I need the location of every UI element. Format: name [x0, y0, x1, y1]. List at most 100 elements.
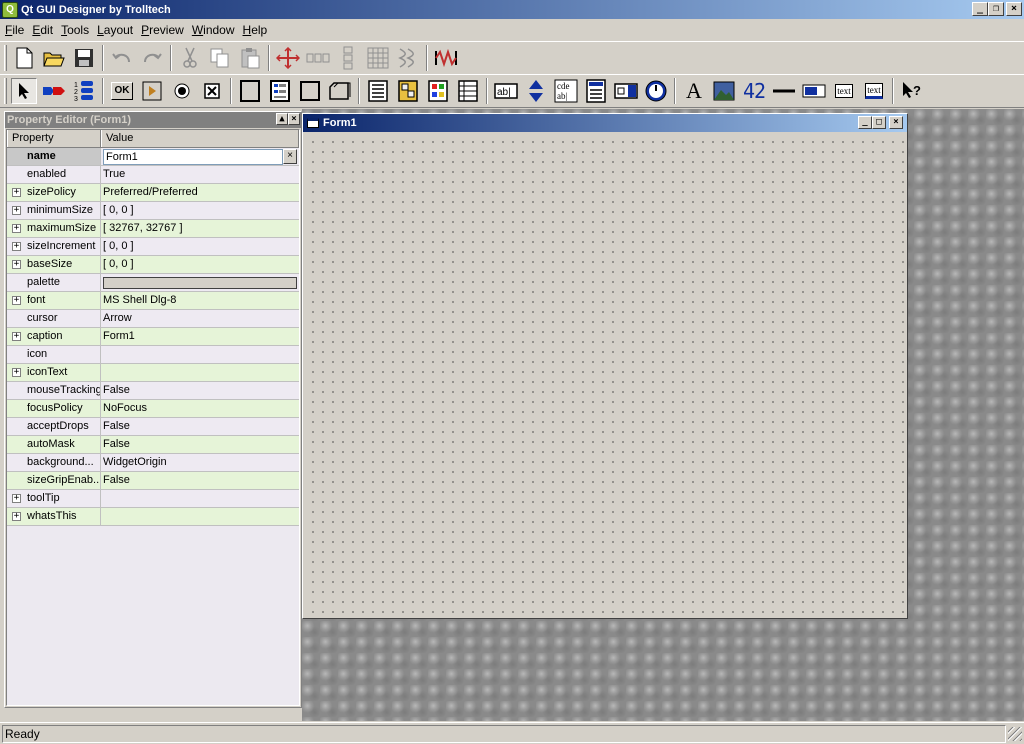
property-value-cell[interactable]: Arrow	[101, 310, 299, 327]
list-box-icon[interactable]	[365, 78, 391, 104]
paste-icon[interactable]	[237, 45, 263, 71]
property-row[interactable]: + maximumSize [ 32767, 32767 ]	[7, 220, 299, 238]
property-name-cell[interactable]: autoMask	[7, 436, 101, 453]
column-header-value[interactable]: Value	[101, 130, 299, 147]
expand-plus-icon[interactable]: +	[12, 368, 21, 377]
property-row[interactable]: + iconText	[7, 364, 299, 382]
property-row[interactable]: focusPolicy NoFocus	[7, 400, 299, 418]
restore-button[interactable]: ❐	[988, 2, 1004, 16]
property-row[interactable]: cursor Arrow	[7, 310, 299, 328]
property-name-cell[interactable]: icon	[7, 346, 101, 363]
property-row[interactable]: background... WidgetOrigin	[7, 454, 299, 472]
form-minimize-button[interactable]: _	[858, 116, 872, 129]
property-value-cell[interactable]: [ 0, 0 ]	[101, 238, 299, 255]
property-row[interactable]: name Form1 ×	[7, 148, 299, 166]
property-row[interactable]: + minimumSize [ 0, 0 ]	[7, 202, 299, 220]
property-name-cell[interactable]: + font	[7, 292, 101, 309]
property-row[interactable]: + whatsThis	[7, 508, 299, 526]
property-name-cell[interactable]: enabled	[7, 166, 101, 183]
property-row[interactable]: autoMask False	[7, 436, 299, 454]
icon-view-icon[interactable]	[395, 78, 421, 104]
expand-plus-icon[interactable]: +	[12, 296, 21, 305]
property-name-cell[interactable]: sizeGripEnab...	[7, 472, 101, 489]
push-button-icon[interactable]: OK	[109, 78, 135, 104]
line-icon[interactable]	[771, 78, 797, 104]
property-row[interactable]: + caption Form1	[7, 328, 299, 346]
name-value-input[interactable]: Form1	[103, 149, 283, 165]
undo-icon[interactable]	[109, 45, 135, 71]
form-design-canvas[interactable]	[305, 134, 905, 616]
copy-icon[interactable]	[207, 45, 233, 71]
property-name-cell[interactable]: cursor	[7, 310, 101, 327]
dock-close-button[interactable]: ×	[288, 113, 300, 125]
text-browser-icon[interactable]: text	[861, 78, 887, 104]
menu-window[interactable]: Window	[189, 23, 238, 37]
clear-value-button[interactable]: ×	[283, 149, 297, 164]
radio-button-icon[interactable]	[169, 78, 195, 104]
table-icon[interactable]	[455, 78, 481, 104]
property-name-cell[interactable]: + sizeIncrement	[7, 238, 101, 255]
property-name-cell[interactable]: + whatsThis	[7, 508, 101, 525]
tab-order-icon[interactable]: 123	[71, 78, 97, 104]
layout-vertical-icon[interactable]	[335, 45, 361, 71]
property-name-cell[interactable]: background...	[7, 454, 101, 471]
property-row[interactable]: + font MS Shell Dlg-8	[7, 292, 299, 310]
cut-icon[interactable]	[177, 45, 203, 71]
property-name-cell[interactable]: + minimumSize	[7, 202, 101, 219]
close-button[interactable]: ×	[1006, 2, 1022, 16]
lcd-number-icon[interactable]: 42	[741, 78, 767, 104]
group-box-icon[interactable]	[237, 78, 263, 104]
menu-file[interactable]: File	[2, 23, 27, 37]
size-grip-icon[interactable]	[1008, 726, 1022, 741]
minimize-button[interactable]: _	[972, 2, 988, 16]
line-edit-icon[interactable]: ab|	[493, 78, 519, 104]
redo-icon[interactable]	[139, 45, 165, 71]
text-label-icon[interactable]: A	[681, 78, 707, 104]
layout-grid-icon[interactable]	[365, 45, 391, 71]
property-value-cell[interactable]	[101, 490, 299, 507]
property-name-cell[interactable]: name	[7, 148, 101, 165]
property-value-cell[interactable]	[101, 346, 299, 363]
dock-float-button[interactable]: ▲	[276, 113, 288, 125]
property-value-cell[interactable]: False	[101, 382, 299, 399]
property-value-cell[interactable]: WidgetOrigin	[101, 454, 299, 471]
text-edit-icon[interactable]: cde ab|	[553, 78, 579, 104]
menu-edit[interactable]: Edit	[29, 23, 56, 37]
property-row[interactable]: sizeGripEnab... False	[7, 472, 299, 490]
property-value-cell[interactable]	[101, 508, 299, 525]
tool-button-icon[interactable]	[139, 78, 165, 104]
connect-signals-icon[interactable]	[41, 78, 67, 104]
break-layout-icon[interactable]	[395, 45, 421, 71]
property-name-cell[interactable]: acceptDrops	[7, 418, 101, 435]
expand-plus-icon[interactable]: +	[12, 188, 21, 197]
property-row[interactable]: + toolTip	[7, 490, 299, 508]
menu-preview[interactable]: Preview	[138, 23, 187, 37]
property-value-cell[interactable]: Preferred/Preferred	[101, 184, 299, 201]
toolbar-grip[interactable]	[4, 78, 7, 104]
property-name-cell[interactable]: focusPolicy	[7, 400, 101, 417]
column-header-property[interactable]: Property	[7, 130, 101, 147]
expand-plus-icon[interactable]: +	[12, 242, 21, 251]
property-value-cell[interactable]: [ 0, 0 ]	[101, 202, 299, 219]
expand-plus-icon[interactable]: +	[12, 260, 21, 269]
list-view-icon[interactable]	[425, 78, 451, 104]
text-view-icon[interactable]: text	[831, 78, 857, 104]
frame-icon[interactable]	[297, 78, 323, 104]
property-value-cell[interactable]	[101, 274, 299, 291]
property-row[interactable]: icon	[7, 346, 299, 364]
property-name-cell[interactable]: + toolTip	[7, 490, 101, 507]
property-row[interactable]: + sizeIncrement [ 0, 0 ]	[7, 238, 299, 256]
adjust-size-icon[interactable]	[275, 45, 301, 71]
property-name-cell[interactable]: + maximumSize	[7, 220, 101, 237]
property-value-cell[interactable]: False	[101, 472, 299, 489]
property-name-cell[interactable]: palette	[7, 274, 101, 291]
multi-line-edit-icon[interactable]	[583, 78, 609, 104]
whats-this-icon[interactable]: ?	[899, 78, 925, 104]
property-value-cell[interactable]: MS Shell Dlg-8	[101, 292, 299, 309]
property-value-cell[interactable]: False	[101, 436, 299, 453]
property-row[interactable]: + sizePolicy Preferred/Preferred	[7, 184, 299, 202]
new-file-icon[interactable]	[11, 45, 37, 71]
spacer-icon[interactable]	[433, 45, 459, 71]
property-row[interactable]: + baseSize [ 0, 0 ]	[7, 256, 299, 274]
expand-plus-icon[interactable]: +	[12, 332, 21, 341]
